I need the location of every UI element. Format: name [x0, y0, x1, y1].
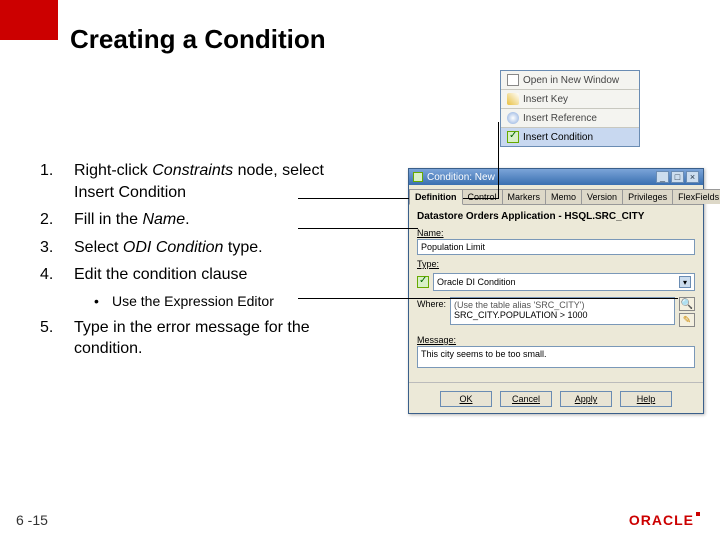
tab-version[interactable]: Version	[581, 189, 623, 204]
context-menu: Open in New Window Insert Key Insert Ref…	[500, 70, 640, 147]
menu-label: Insert Reference	[523, 113, 597, 124]
step-text: type.	[223, 239, 262, 256]
step-italic: Constraints	[152, 162, 233, 179]
step-number: 5.	[40, 317, 74, 360]
ok-button[interactable]: OK	[440, 391, 492, 407]
dialog-button-row: OK Cancel Apply Help	[409, 382, 703, 413]
step-text: Type in the error message for the condit…	[74, 319, 310, 358]
name-input[interactable]: Population Limit	[417, 239, 695, 255]
step-number: 1.	[40, 160, 74, 203]
menu-label: Insert Key	[523, 94, 568, 105]
menu-label: Open in New Window	[523, 75, 619, 86]
magnifier-icon[interactable]: 🔍	[679, 297, 695, 311]
dialog-body: Datastore Orders Application - HSQL.SRC_…	[409, 205, 703, 374]
menu-item-insert-condition[interactable]: Insert Condition	[501, 128, 639, 146]
step-5: 5. Type in the error message for the con…	[40, 317, 380, 360]
step-body: Right-click Constraints node, select Ins…	[74, 160, 324, 203]
step-body: Fill in the Name.	[74, 209, 190, 231]
step-body: Select ODI Condition type.	[74, 237, 263, 259]
step-text: .	[185, 211, 189, 228]
menu-item-insert-reference[interactable]: Insert Reference	[501, 109, 639, 128]
connector-line	[298, 228, 418, 229]
brand-red-square	[0, 0, 58, 40]
dialog-title-icon	[413, 172, 423, 182]
tab-flexfields[interactable]: FlexFields	[672, 189, 720, 204]
step-number: 3.	[40, 237, 74, 259]
reference-icon	[507, 112, 519, 124]
substep-text: Use the Expression Editor	[112, 292, 274, 311]
type-value: Oracle DI Condition	[437, 277, 516, 287]
step-body: Edit the condition clause	[74, 264, 247, 286]
step-text: Edit the condition clause	[74, 266, 247, 283]
step-4-sub: • Use the Expression Editor	[94, 292, 380, 311]
steps-list: 1. Right-click Constraints node, select …	[40, 160, 380, 366]
message-textarea[interactable]: This city seems to be too small.	[417, 346, 695, 368]
type-label: Type:	[417, 259, 695, 269]
condition-dialog: Condition: New _ □ × Definition Control …	[408, 168, 704, 414]
menu-item-insert-key[interactable]: Insert Key	[501, 90, 639, 109]
connector-line	[298, 298, 678, 299]
tab-definition[interactable]: Definition	[409, 189, 463, 205]
step-italic: Name	[142, 211, 185, 228]
step-3: 3. Select ODI Condition type.	[40, 237, 380, 259]
tab-privileges[interactable]: Privileges	[622, 189, 673, 204]
apply-button[interactable]: Apply	[560, 391, 612, 407]
menu-label: Insert Condition	[523, 132, 593, 143]
window-icon	[507, 74, 519, 86]
step-text: Insert Condition	[74, 184, 186, 201]
step-text: Right-click	[74, 162, 152, 179]
close-button[interactable]: ×	[686, 171, 699, 183]
page-number: 6 -15	[16, 512, 48, 528]
step-text: Fill in the	[74, 211, 142, 228]
tab-control[interactable]: Control	[462, 189, 503, 204]
key-icon	[507, 93, 519, 105]
help-button[interactable]: Help	[620, 391, 672, 407]
oracle-logo: ORACLE	[629, 512, 700, 528]
name-label: Name:	[417, 228, 695, 238]
where-textarea[interactable]: (Use the table alias 'SRC_CITY') SRC_CIT…	[450, 297, 675, 325]
condition-icon	[507, 131, 519, 143]
slide-title: Creating a Condition	[70, 24, 326, 55]
dialog-titlebar[interactable]: Condition: New _ □ ×	[409, 169, 703, 185]
chevron-down-icon[interactable]: ▾	[679, 276, 691, 288]
dialog-title: Condition: New	[427, 172, 495, 183]
expression-editor-button[interactable]: ✎	[679, 313, 695, 327]
condition-type-icon	[417, 276, 429, 288]
datastore-heading: Datastore Orders Application - HSQL.SRC_…	[417, 211, 695, 222]
menu-item-open-new-window[interactable]: Open in New Window	[501, 71, 639, 90]
step-4: 4. Edit the condition clause	[40, 264, 380, 286]
step-number: 2.	[40, 209, 74, 231]
cancel-button[interactable]: Cancel	[500, 391, 552, 407]
minimize-button[interactable]: _	[656, 171, 669, 183]
step-italic: ODI Condition	[123, 239, 224, 256]
step-number: 4.	[40, 264, 74, 286]
tab-markers[interactable]: Markers	[502, 189, 547, 204]
step-text: node, select	[233, 162, 324, 179]
where-expression: SRC_CITY.POPULATION > 1000	[454, 310, 671, 320]
bullet: •	[94, 292, 112, 311]
tab-memo[interactable]: Memo	[545, 189, 582, 204]
step-1: 1. Right-click Constraints node, select …	[40, 160, 380, 203]
step-text: Select	[74, 239, 123, 256]
step-body: Type in the error message for the condit…	[74, 317, 380, 360]
maximize-button[interactable]: □	[671, 171, 684, 183]
type-select[interactable]: Oracle DI Condition ▾	[433, 273, 695, 291]
dialog-tabs: Definition Control Markers Memo Version …	[409, 185, 703, 205]
connector-line	[298, 198, 498, 199]
where-hint: (Use the table alias 'SRC_CITY')	[454, 300, 671, 310]
connector-line	[498, 122, 499, 199]
message-label: Message:	[417, 335, 695, 345]
